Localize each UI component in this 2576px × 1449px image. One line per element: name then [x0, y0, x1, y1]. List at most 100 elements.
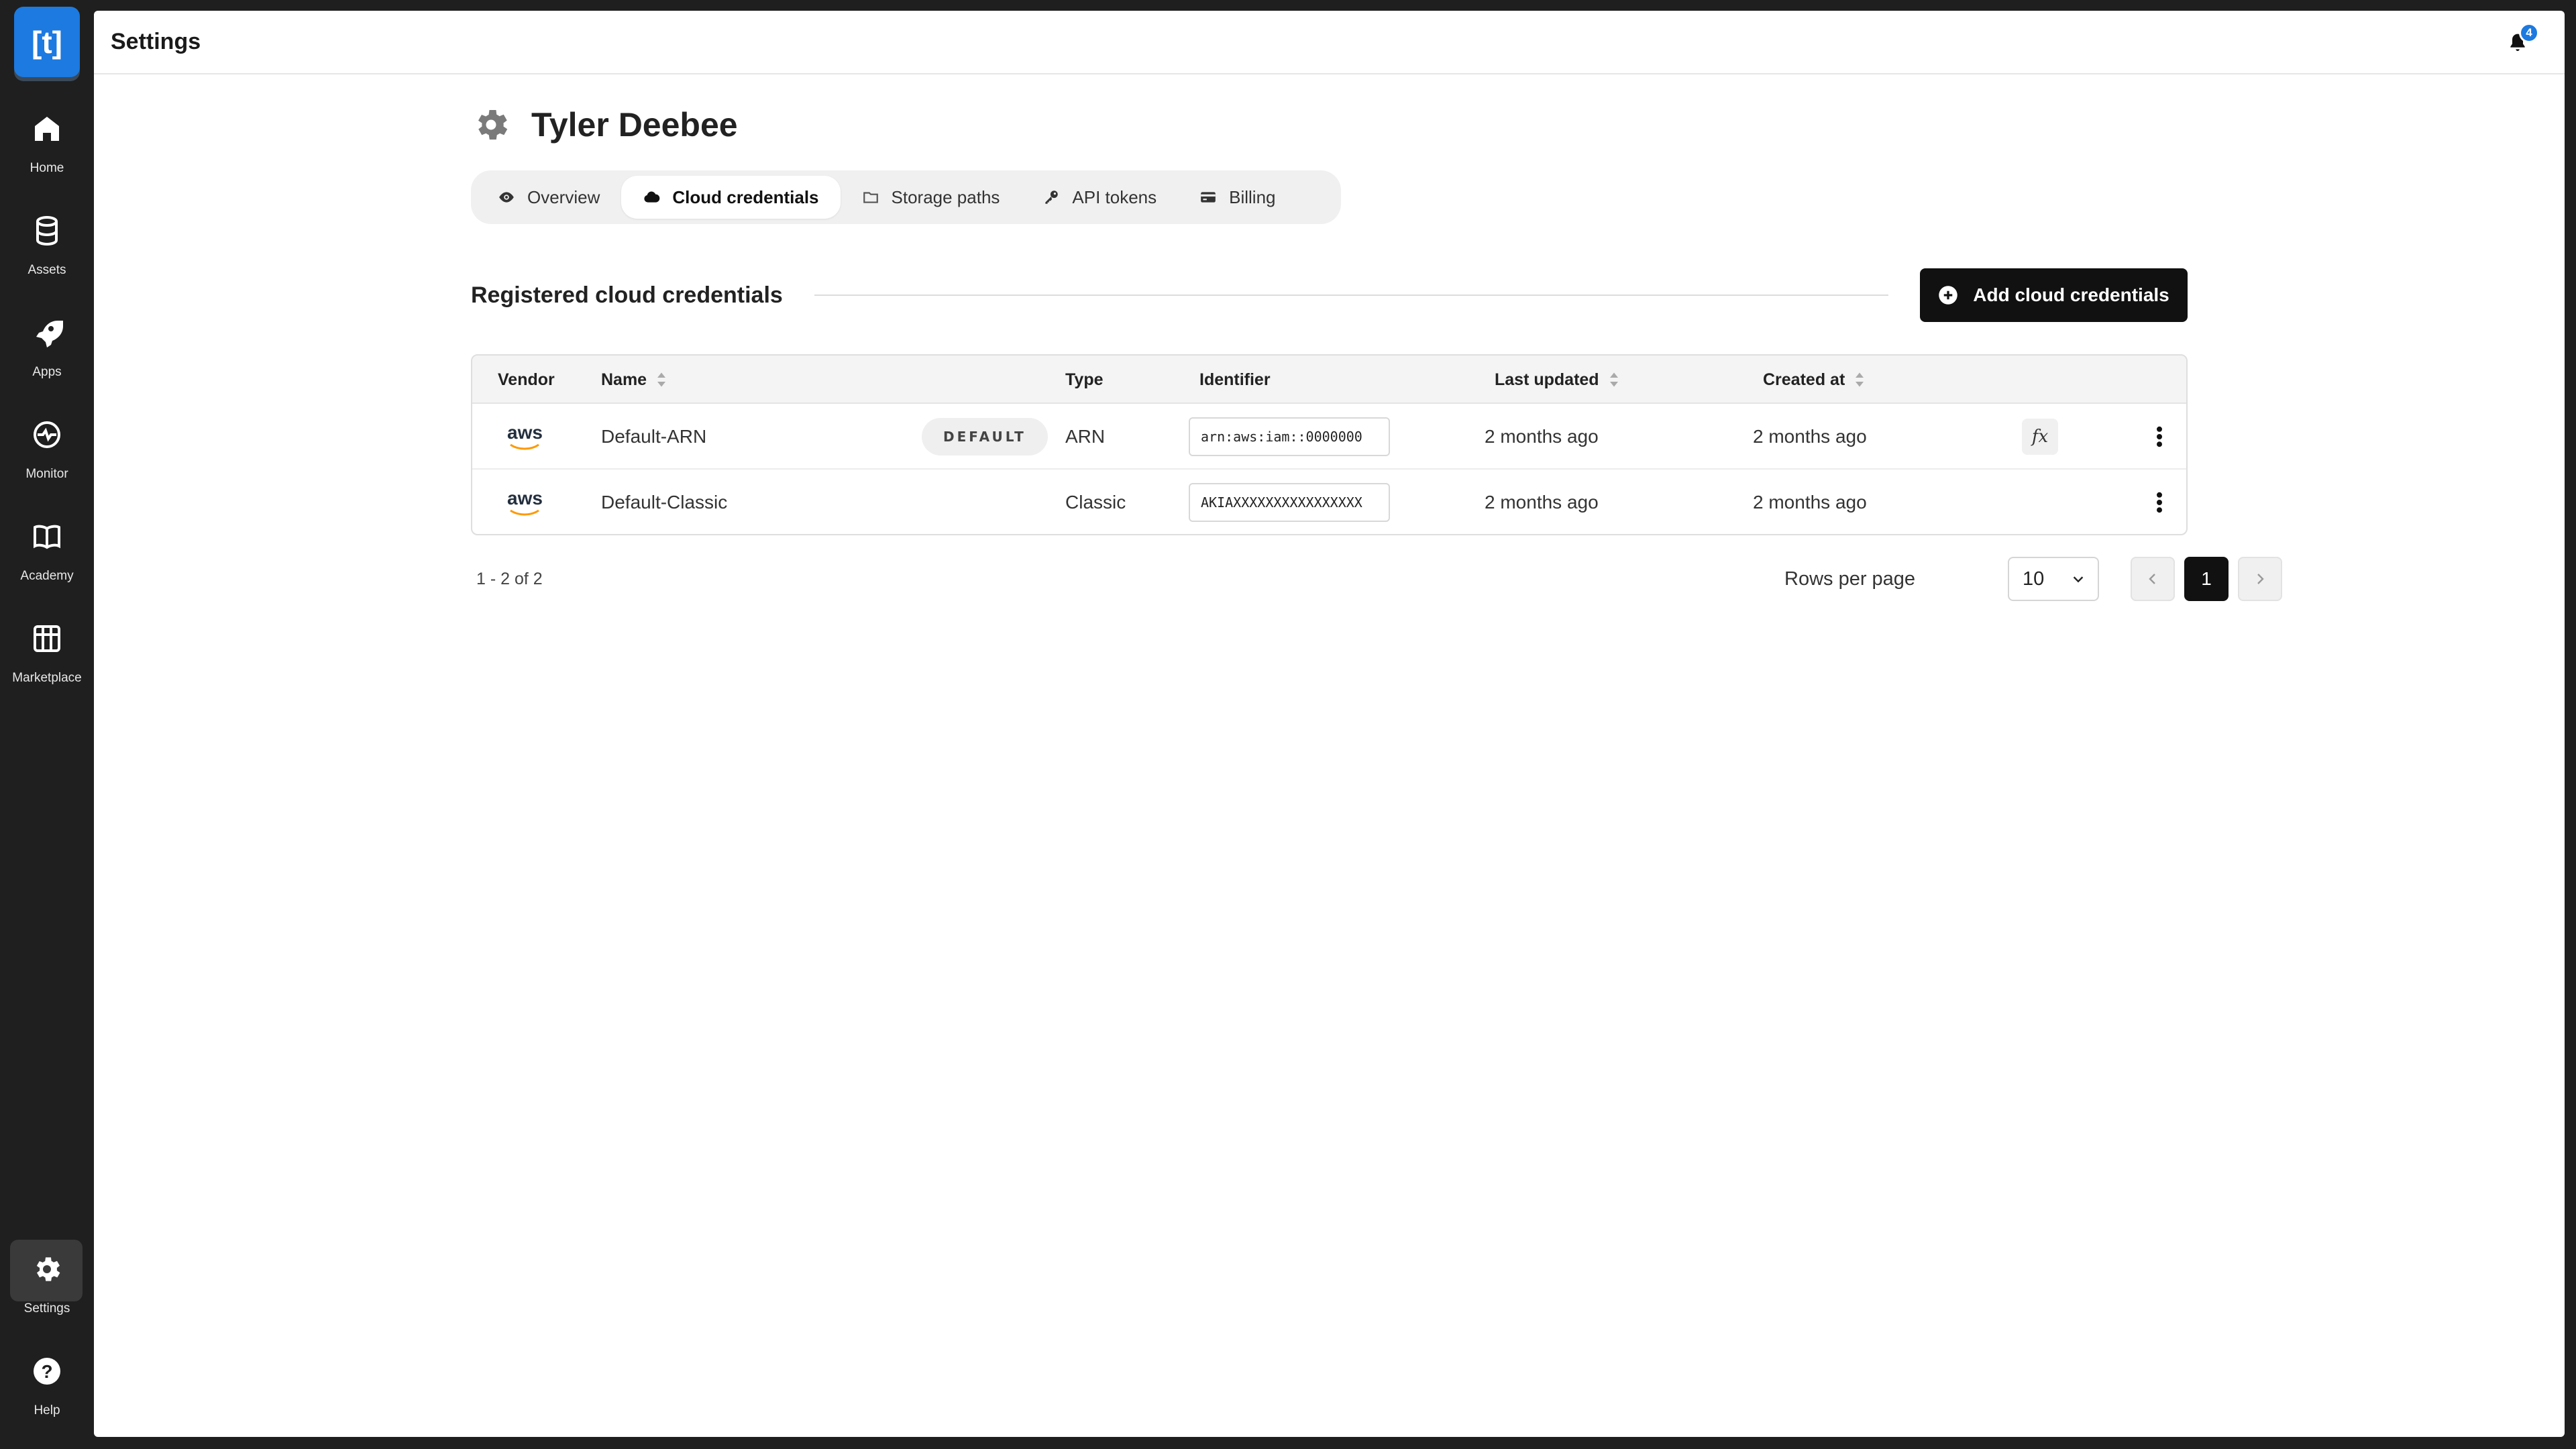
identifier-field[interactable]: arn:aws:iam::0000000	[1189, 417, 1390, 456]
tab-label: Storage paths	[891, 186, 1000, 207]
home-icon	[27, 109, 67, 149]
rows-per-page-value: 10	[2023, 568, 2045, 590]
page-title: Tyler Deebee	[531, 106, 738, 144]
column-vendor: Vendor	[498, 356, 555, 404]
identifier-cell: arn:aws:iam::0000000	[1189, 404, 1390, 470]
notification-count-badge: 4	[2519, 23, 2539, 43]
column-last-updated[interactable]: Last updated	[1495, 356, 1619, 404]
sidebar-item-settings[interactable]: Settings	[0, 1234, 94, 1328]
column-label: Vendor	[498, 370, 555, 389]
sidebar-item-marketplace[interactable]: Marketplace	[0, 604, 94, 698]
tab-label: Overview	[527, 186, 600, 207]
rows-per-page-label: Rows per page	[1784, 568, 1916, 590]
section-header: Registered cloud credentials Add cloud c…	[471, 268, 2188, 322]
section-divider	[814, 294, 1888, 296]
rows-per-page-select[interactable]: 10	[2008, 557, 2099, 601]
created-at: 2 months ago	[1753, 492, 1867, 513]
sidebar-item-help[interactable]: ? Help	[0, 1336, 94, 1430]
sort-icon	[1609, 372, 1618, 387]
cloud-icon	[644, 191, 660, 203]
next-page-button[interactable]	[2238, 557, 2282, 601]
sort-icon	[1856, 372, 1864, 387]
sidebar-item-home[interactable]: Home	[0, 94, 94, 188]
sidebar-item-monitor[interactable]: Monitor	[0, 400, 94, 494]
settings-tabs: Overview Cloud credentials Storage paths…	[471, 170, 1341, 224]
column-label: Name	[601, 370, 647, 389]
gear-icon	[27, 1249, 67, 1289]
pulse-icon	[27, 415, 67, 455]
column-created-at[interactable]: Created at	[1763, 356, 1865, 404]
book-icon	[27, 517, 67, 557]
main-panel: Settings 4 Tyler Deebee Overview Cloud c…	[94, 11, 2565, 1437]
top-bar: Settings 4	[94, 11, 2565, 74]
credential-type: Classic	[1065, 492, 1126, 513]
created-at: 2 months ago	[1753, 426, 1867, 447]
chevron-right-icon	[2257, 574, 2264, 584]
column-type: Type	[1065, 356, 1104, 404]
sidebar-item-assets[interactable]: Assets	[0, 196, 94, 290]
sidebar-item-label: Settings	[23, 1301, 70, 1316]
column-name[interactable]: Name	[601, 356, 667, 404]
vendor-label: aws	[507, 488, 543, 508]
sidebar-item-label: Marketplace	[12, 671, 82, 685]
row-menu-cell	[2146, 404, 2173, 470]
aws-smile-icon	[510, 509, 540, 516]
identifier-field[interactable]: AKIAXXXXXXXXXXXXXXXX	[1189, 483, 1390, 522]
sidebar-item-academy[interactable]: Academy	[0, 502, 94, 596]
table-row[interactable]: aws Default-Classic Classic AKIAXXXXXXXX…	[472, 470, 2186, 534]
column-label: Identifier	[1199, 370, 1271, 389]
function-icon[interactable]: fx	[2022, 419, 2058, 455]
app-logo[interactable]: [t]	[14, 7, 80, 77]
sidebar-item-label: Home	[30, 161, 64, 175]
page-number-button[interactable]: 1	[2184, 557, 2229, 601]
more-options-button[interactable]	[2146, 419, 2173, 455]
last-updated: 2 months ago	[1485, 492, 1599, 513]
tab-api-tokens[interactable]: API tokens	[1021, 176, 1178, 219]
chevron-down-icon	[2073, 576, 2084, 583]
previous-page-button[interactable]	[2131, 557, 2175, 601]
table-header: Vendor Name Type Identifier Last updated…	[472, 356, 2186, 404]
column-label: Created at	[1763, 370, 1845, 389]
tab-billing[interactable]: Billing	[1178, 176, 1297, 219]
credential-name: Default-Classic	[601, 492, 728, 513]
aws-logo: aws	[507, 470, 543, 534]
plus-circle-icon	[1939, 286, 1957, 305]
rocket-icon	[27, 313, 67, 353]
sidebar-item-label: Assets	[28, 263, 66, 277]
credential-type: ARN	[1065, 426, 1106, 447]
eye-icon	[499, 192, 514, 203]
add-cloud-credentials-button[interactable]: Add cloud credentials	[1920, 268, 2188, 322]
sidebar-item-label: Academy	[20, 569, 74, 583]
aws-logo: aws	[507, 404, 543, 470]
tab-label: Cloud credentials	[672, 186, 819, 207]
tab-overview[interactable]: Overview	[476, 176, 621, 219]
sort-icon	[657, 372, 666, 387]
gear-icon	[478, 110, 508, 140]
tab-cloud-credentials[interactable]: Cloud credentials	[621, 176, 841, 219]
credit-card-icon	[1201, 192, 1216, 203]
tab-storage-paths[interactable]: Storage paths	[841, 176, 1022, 219]
default-badge: DEFAULT	[922, 418, 1048, 455]
folder-icon	[863, 192, 878, 203]
fx-cell: fx	[2022, 404, 2058, 470]
chevron-left-icon	[2149, 574, 2155, 584]
key-icon	[1045, 191, 1059, 204]
kebab-icon	[2157, 426, 2162, 447]
more-options-button[interactable]	[2146, 484, 2173, 521]
credential-name: Default-ARN	[601, 426, 707, 447]
add-button-label: Add cloud credentials	[1973, 284, 2169, 305]
store-icon	[27, 619, 67, 659]
database-icon	[27, 211, 67, 251]
sidebar: [t] Home Assets Apps Monitor Academy Mar…	[0, 0, 94, 1449]
last-updated: 2 months ago	[1485, 426, 1599, 447]
table-row[interactable]: aws Default-ARN DEFAULT ARN arn:aws:iam:…	[472, 404, 2186, 470]
column-label: Last updated	[1495, 370, 1599, 389]
tab-label: Billing	[1229, 186, 1276, 207]
pagination-range: 1 - 2 of 2	[476, 569, 543, 588]
svg-text:?: ?	[41, 1361, 52, 1382]
sidebar-item-apps[interactable]: Apps	[0, 298, 94, 392]
column-identifier: Identifier	[1199, 356, 1271, 404]
vendor-label: aws	[507, 422, 543, 443]
notifications-button[interactable]: 4	[2504, 23, 2539, 56]
column-label: Type	[1065, 370, 1104, 389]
